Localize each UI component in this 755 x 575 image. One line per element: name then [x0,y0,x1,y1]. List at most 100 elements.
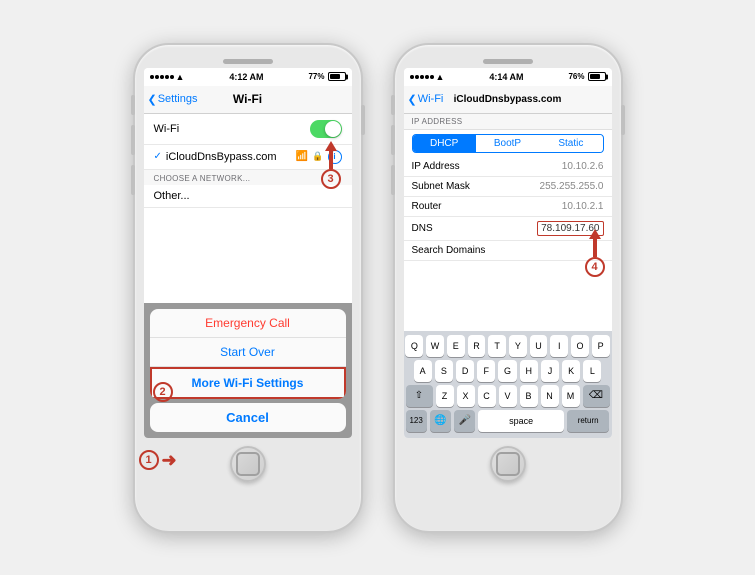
phone-2: ▲ 4:14 AM 76% ❮ Wi-Fi iCloudDnsbypass.co… [393,43,623,533]
label-4: 4 [585,257,605,277]
wifi-label: Wi-Fi [154,123,180,135]
key-k[interactable]: K [562,360,580,382]
subnet-value: 255.255.255.0 [540,181,604,192]
label-3: 3 [321,169,341,189]
ip-value: 10.10.2.6 [562,161,604,172]
more-wifi-btn[interactable]: More Wi-Fi Settings [150,367,346,399]
key-f[interactable]: F [477,360,495,382]
dhcp-segment[interactable]: DHCP [413,135,476,152]
subnet-label: Subnet Mask [412,181,470,192]
phone1-nav: ❮ Settings Wi-Fi [144,86,352,114]
checkmark-icon: ✓ [154,151,162,162]
action-sheet: Emergency Call Start Over More Wi-Fi Set… [144,303,352,438]
key-p[interactable]: P [592,335,610,357]
phone1-screen: ▲ 4:12 AM 77% ❮ Settings Wi-Fi [144,68,352,438]
wifi-signal-icon-2: ▲ [436,72,445,82]
key-j[interactable]: J [541,360,559,382]
key-c[interactable]: C [478,385,496,407]
kb-row-3: ⇧ Z X C V B N M ⌫ [406,385,610,407]
home-btn-inner-2 [496,452,520,476]
keyboard: Q W E R T Y U I O P A S D [404,331,612,438]
label-1: 1 [139,450,159,470]
key-space[interactable]: space [478,410,563,432]
search-domains-label: Search Domains [412,245,486,256]
ip-address-row: IP Address 10.10.2.6 [404,157,612,177]
start-over-btn[interactable]: Start Over [150,338,346,367]
key-d[interactable]: D [456,360,474,382]
back-btn-2[interactable]: ❮ Wi-Fi [408,93,444,106]
wifi-toggle[interactable] [310,120,342,138]
key-delete[interactable]: ⌫ [583,385,610,407]
key-s[interactable]: S [435,360,453,382]
key-m[interactable]: M [562,385,580,407]
search-domains-row: Search Domains [404,241,612,261]
key-i[interactable]: I [550,335,568,357]
segment-control[interactable]: DHCP BootP Static [412,134,604,153]
annotation-4: 4 [585,229,605,277]
kb-row-1: Q W E R T Y U I O P [406,335,610,357]
nav-title-2: iCloudDnsbypass.com [454,94,562,105]
key-g[interactable]: G [498,360,516,382]
subnet-row: Subnet Mask 255.255.255.0 [404,177,612,197]
key-shift[interactable]: ⇧ [406,385,433,407]
dns-row[interactable]: DNS 78.109.17.60 [404,217,612,241]
home-btn-area-1 [230,446,266,482]
emergency-call-btn[interactable]: Emergency Call [150,309,346,338]
key-e[interactable]: E [447,335,465,357]
router-label: Router [412,201,442,212]
back-btn-1[interactable]: ❮ Settings [148,93,198,106]
key-globe[interactable]: 🌐 [430,410,451,432]
key-y[interactable]: Y [509,335,527,357]
label-2: 2 [153,382,173,402]
ip-section-header: IP ADDRESS [404,114,612,130]
other-label: Other... [154,190,190,202]
key-h[interactable]: H [520,360,538,382]
time-1: 4:12 AM [229,72,263,82]
home-btn-1[interactable] [230,446,266,482]
router-value: 10.10.2.1 [562,201,604,212]
key-b[interactable]: B [520,385,538,407]
key-n[interactable]: N [541,385,559,407]
key-t[interactable]: T [488,335,506,357]
phone-1: ▲ 4:12 AM 77% ❮ Settings Wi-Fi [133,43,363,533]
key-v[interactable]: V [499,385,517,407]
key-o[interactable]: O [571,335,589,357]
home-btn-inner-1 [236,452,260,476]
network-wifi-icon: 📶 [296,151,308,162]
router-row: Router 10.10.2.1 [404,197,612,217]
cancel-btn[interactable]: Cancel [150,403,346,432]
key-w[interactable]: W [426,335,444,357]
key-q[interactable]: Q [405,335,423,357]
key-x[interactable]: X [457,385,475,407]
ip-label: IP Address [412,161,460,172]
network-name: iCloudDnsBypass.com [166,151,292,163]
phone2-screen: ▲ 4:14 AM 76% ❮ Wi-Fi iCloudDnsbypass.co… [404,68,612,438]
key-z[interactable]: Z [436,385,454,407]
arrow-shaft-4 [593,239,597,257]
action-group-main: Emergency Call Start Over More Wi-Fi Set… [150,309,346,399]
key-mic[interactable]: 🎤 [454,410,475,432]
key-return[interactable]: return [567,410,610,432]
nav-title-1: Wi-Fi [233,92,262,106]
bootp-segment[interactable]: BootP [476,135,539,152]
key-123[interactable]: 123 [406,410,427,432]
annotation-3: 3 [321,141,341,189]
kb-row-2: A S D F G H J K L [406,360,610,382]
phone2-nav: ❮ Wi-Fi iCloudDnsbypass.com [404,86,612,114]
key-a[interactable]: A [414,360,432,382]
status-bar-2: ▲ 4:14 AM 76% [404,68,612,86]
key-u[interactable]: U [530,335,548,357]
static-segment[interactable]: Static [539,135,602,152]
annotation-2: 2 [153,382,173,402]
speaker-2 [483,59,533,64]
wifi-signal-icon: ▲ [176,72,185,82]
battery-pct-2: 76% [568,72,584,81]
home-btn-2[interactable] [490,446,526,482]
arrow-shaft-3 [329,151,333,169]
key-l[interactable]: L [583,360,601,382]
home-btn-area-2 [490,446,526,482]
battery-pct-1: 77% [308,72,324,81]
arrow-right-icon: ➜ [162,450,177,471]
key-r[interactable]: R [468,335,486,357]
annotation-1: 1 ➜ [139,450,177,471]
